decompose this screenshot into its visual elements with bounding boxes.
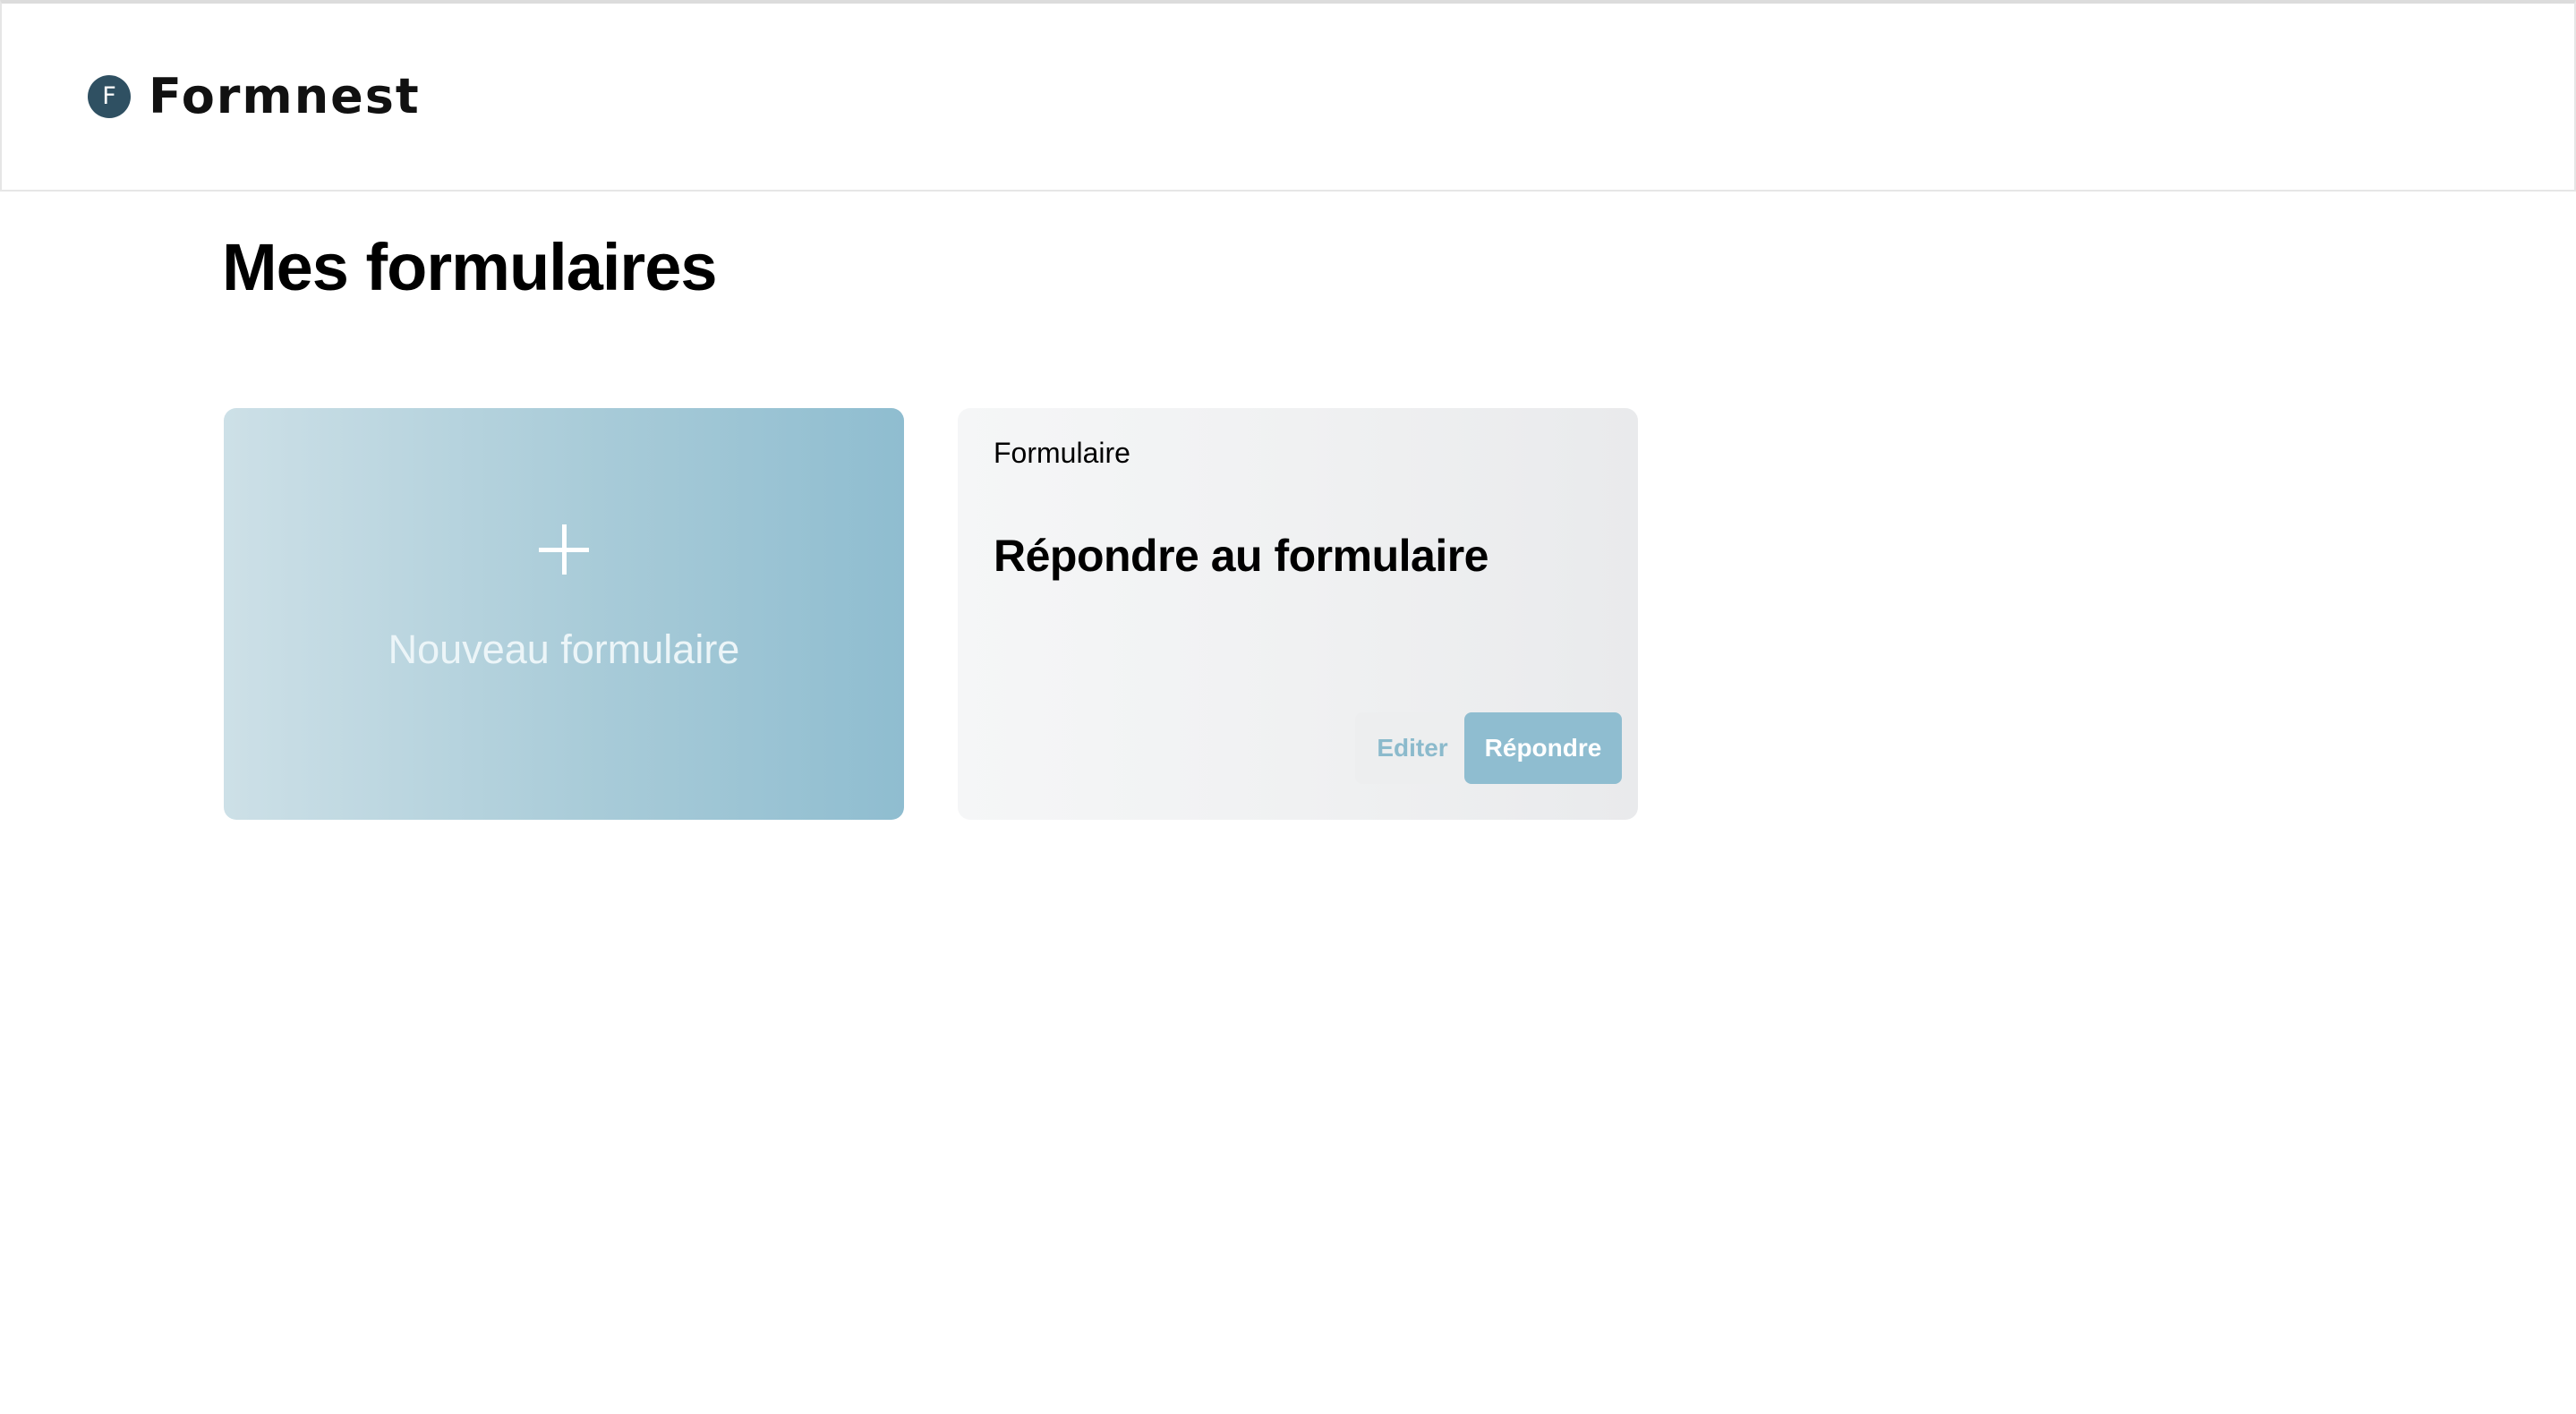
brand[interactable]: F Formnest xyxy=(88,68,421,124)
top-header: F Formnest xyxy=(0,0,2576,192)
brand-name: Formnest xyxy=(149,68,421,124)
answer-button[interactable]: Répondre xyxy=(1464,712,1622,784)
page-title: Mes formulaires xyxy=(222,230,718,304)
new-form-card[interactable]: Nouveau formulaire xyxy=(224,408,904,820)
logo-letter: F xyxy=(102,82,116,110)
form-type-label: Formulaire xyxy=(994,437,1130,469)
brand-logo-icon: F xyxy=(88,74,131,118)
form-title: Répondre au formulaire xyxy=(994,531,1489,581)
plus-icon xyxy=(539,524,589,575)
form-card: Formulaire Répondre au formulaire Editer… xyxy=(958,408,1638,820)
edit-button[interactable]: Editer xyxy=(1355,712,1470,784)
new-form-label: Nouveau formulaire xyxy=(388,626,740,672)
